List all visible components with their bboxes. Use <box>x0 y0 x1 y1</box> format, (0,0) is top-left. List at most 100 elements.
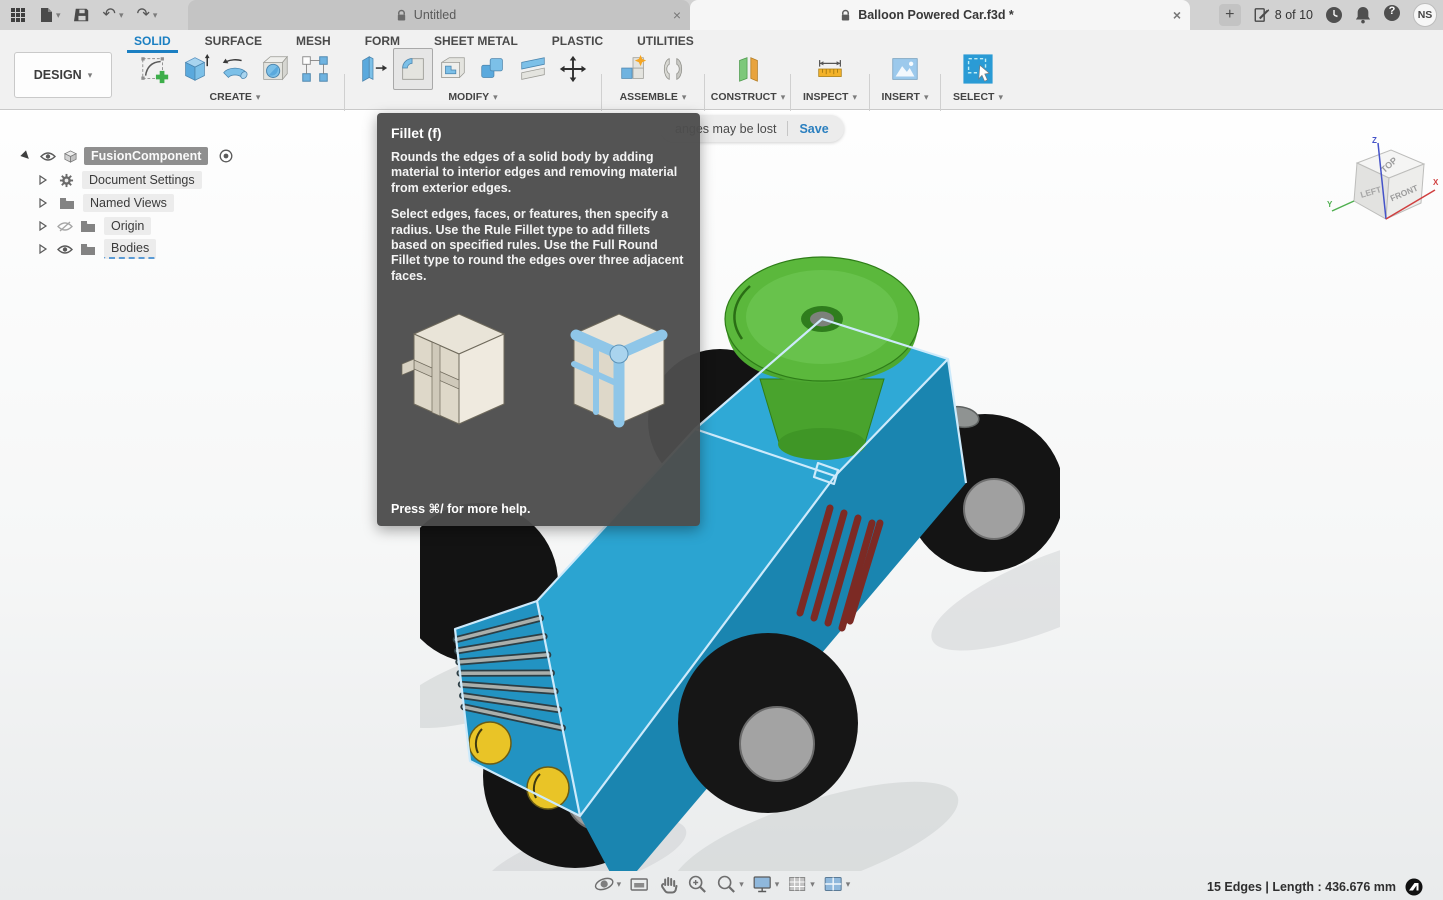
group-label-inspect[interactable]: INSPECT ▾ <box>793 91 867 103</box>
notifications-bell-icon[interactable] <box>1355 6 1371 24</box>
browser-item-label[interactable]: Document Settings <box>82 171 202 189</box>
pan-button[interactable] <box>657 873 679 895</box>
component-cube-icon <box>63 149 78 164</box>
group-label-modify[interactable]: MODIFY ▾ <box>348 91 598 103</box>
caret-down-icon: ▾ <box>617 880 622 889</box>
split-body-button[interactable] <box>513 48 553 90</box>
redo-icon: ↷ <box>136 7 149 23</box>
revolve-button[interactable] <box>215 48 255 90</box>
new-tab-button[interactable]: + <box>1219 4 1241 26</box>
pattern-button[interactable] <box>295 48 335 90</box>
redo-button[interactable]: ↷ ▾ <box>136 7 157 23</box>
construction-plane-button[interactable] <box>728 48 768 90</box>
ribbon-toolbar: DESIGN ▾ SOLID SURFACE MESH FORM SHEET M… <box>0 30 1443 110</box>
browser-item-label[interactable]: Origin <box>104 217 151 235</box>
close-tab-icon[interactable]: × <box>664 7 690 23</box>
visibility-eye-icon[interactable] <box>57 244 73 255</box>
caret-down-icon: ▾ <box>256 93 261 102</box>
clock-icon[interactable] <box>1325 6 1343 24</box>
look-at-button[interactable] <box>628 873 650 895</box>
group-label-create[interactable]: CREATE ▾ <box>128 91 342 103</box>
browser-row-document-settings[interactable]: Document Settings <box>0 170 202 190</box>
undo-button[interactable]: ↶ ▾ <box>103 7 124 23</box>
close-tab-icon[interactable]: × <box>1164 7 1190 23</box>
orbit-icon <box>593 873 615 895</box>
create-sketch-button[interactable] <box>135 48 175 90</box>
caret-down-icon: ▾ <box>846 880 851 889</box>
fillet-tooltip: Fillet (f) Rounds the edges of a solid b… <box>377 113 700 526</box>
collapsed-arrow-icon[interactable] <box>37 197 49 209</box>
caret-down-icon: ▾ <box>775 880 780 889</box>
titlebar: ▾ ↶ ▾ ↷ ▾ Untitled × Balloo <box>0 0 1443 30</box>
browser-row-named-views[interactable]: Named Views <box>0 193 174 213</box>
grid-settings-button[interactable]: ▾ <box>786 873 815 895</box>
folder-icon <box>80 220 96 233</box>
browser-item-label[interactable]: Named Views <box>83 194 174 212</box>
view-cube[interactable]: TOP LEFT FRONT Z X Y <box>1325 131 1440 241</box>
viewport-canvas[interactable]: anges may be lost Save FusionComponent D… <box>0 111 1443 900</box>
group-label-select[interactable]: SELECT ▾ <box>943 91 1013 103</box>
autodesk-logo-icon[interactable] <box>1405 878 1423 896</box>
group-construct: CONSTRUCT ▾ <box>707 48 789 108</box>
insert-button[interactable] <box>885 48 925 90</box>
press-pull-button[interactable] <box>353 48 393 90</box>
move-copy-button[interactable] <box>553 48 593 90</box>
help-button[interactable]: ? <box>1383 4 1401 27</box>
collapsed-arrow-icon[interactable] <box>37 243 49 255</box>
fit-button[interactable]: ▾ <box>715 873 744 895</box>
joint-button[interactable] <box>653 48 693 90</box>
caret-down-icon: ▾ <box>810 880 815 889</box>
save-link[interactable]: Save <box>799 122 828 136</box>
group-label-assemble[interactable]: ASSEMBLE ▾ <box>605 91 701 103</box>
split-body-icon <box>517 53 549 85</box>
workspace-switcher[interactable]: DESIGN ▾ <box>14 52 112 98</box>
browser-item-label[interactable]: Bodies <box>104 239 156 259</box>
app-grid-menu-icon[interactable] <box>10 7 26 23</box>
folder-icon <box>80 243 96 256</box>
hole-icon <box>259 53 291 85</box>
caret-down-icon: ▾ <box>153 11 158 20</box>
document-tab-active[interactable]: Balloon Powered Car.f3d * × <box>690 0 1190 30</box>
fillet-button[interactable] <box>393 48 433 90</box>
browser-root-row[interactable]: FusionComponent <box>0 146 233 166</box>
collapsed-arrow-icon[interactable] <box>37 174 49 186</box>
combine-button[interactable] <box>473 48 513 90</box>
viewports-button[interactable]: ▾ <box>822 873 851 895</box>
visibility-eye-icon[interactable] <box>40 151 56 162</box>
extrude-button[interactable] <box>175 48 215 90</box>
browser-row-bodies[interactable]: Bodies <box>0 239 156 259</box>
caret-down-icon: ▾ <box>781 93 786 102</box>
document-tab-untitled[interactable]: Untitled × <box>188 0 690 30</box>
group-label-construct[interactable]: CONSTRUCT ▾ <box>707 91 789 103</box>
component-label[interactable]: FusionComponent <box>84 147 208 165</box>
car-wheel-front-right[interactable] <box>678 633 858 813</box>
user-avatar[interactable]: NS <box>1413 3 1437 27</box>
collapsed-arrow-icon[interactable] <box>37 220 49 232</box>
orbit-button[interactable]: ▾ <box>593 873 622 895</box>
group-label-insert[interactable]: INSERT ▾ <box>872 91 938 103</box>
job-status-button[interactable]: 8 of 10 <box>1253 7 1313 23</box>
lock-icon <box>840 9 851 22</box>
selection-info: 15 Edges | Length : 436.676 mm <box>1207 880 1396 894</box>
job-status-icon <box>1253 7 1270 23</box>
shell-button[interactable] <box>433 48 473 90</box>
expand-arrow-icon[interactable] <box>20 150 32 162</box>
new-component-button[interactable] <box>613 48 653 90</box>
measure-button[interactable] <box>810 48 850 90</box>
save-button[interactable] <box>74 7 90 23</box>
hole-button[interactable] <box>255 48 295 90</box>
display-settings-button[interactable]: ▾ <box>751 873 780 895</box>
tab-label: Balloon Powered Car.f3d * <box>858 8 1014 22</box>
caret-down-icon: ▾ <box>88 71 93 80</box>
file-menu-button[interactable]: ▾ <box>39 7 61 23</box>
caret-down-icon: ▾ <box>924 93 929 102</box>
activate-component-radio[interactable] <box>219 149 233 163</box>
browser-row-origin[interactable]: Origin <box>0 216 151 236</box>
construction-plane-icon <box>732 53 764 85</box>
visibility-off-eye-icon[interactable] <box>57 221 73 232</box>
zoom-button[interactable] <box>686 873 708 895</box>
select-button[interactable] <box>958 48 998 90</box>
group-assemble: ASSEMBLE ▾ <box>605 48 701 108</box>
fillet-icon <box>397 53 429 85</box>
tooltip-after-cube-image <box>553 296 685 446</box>
